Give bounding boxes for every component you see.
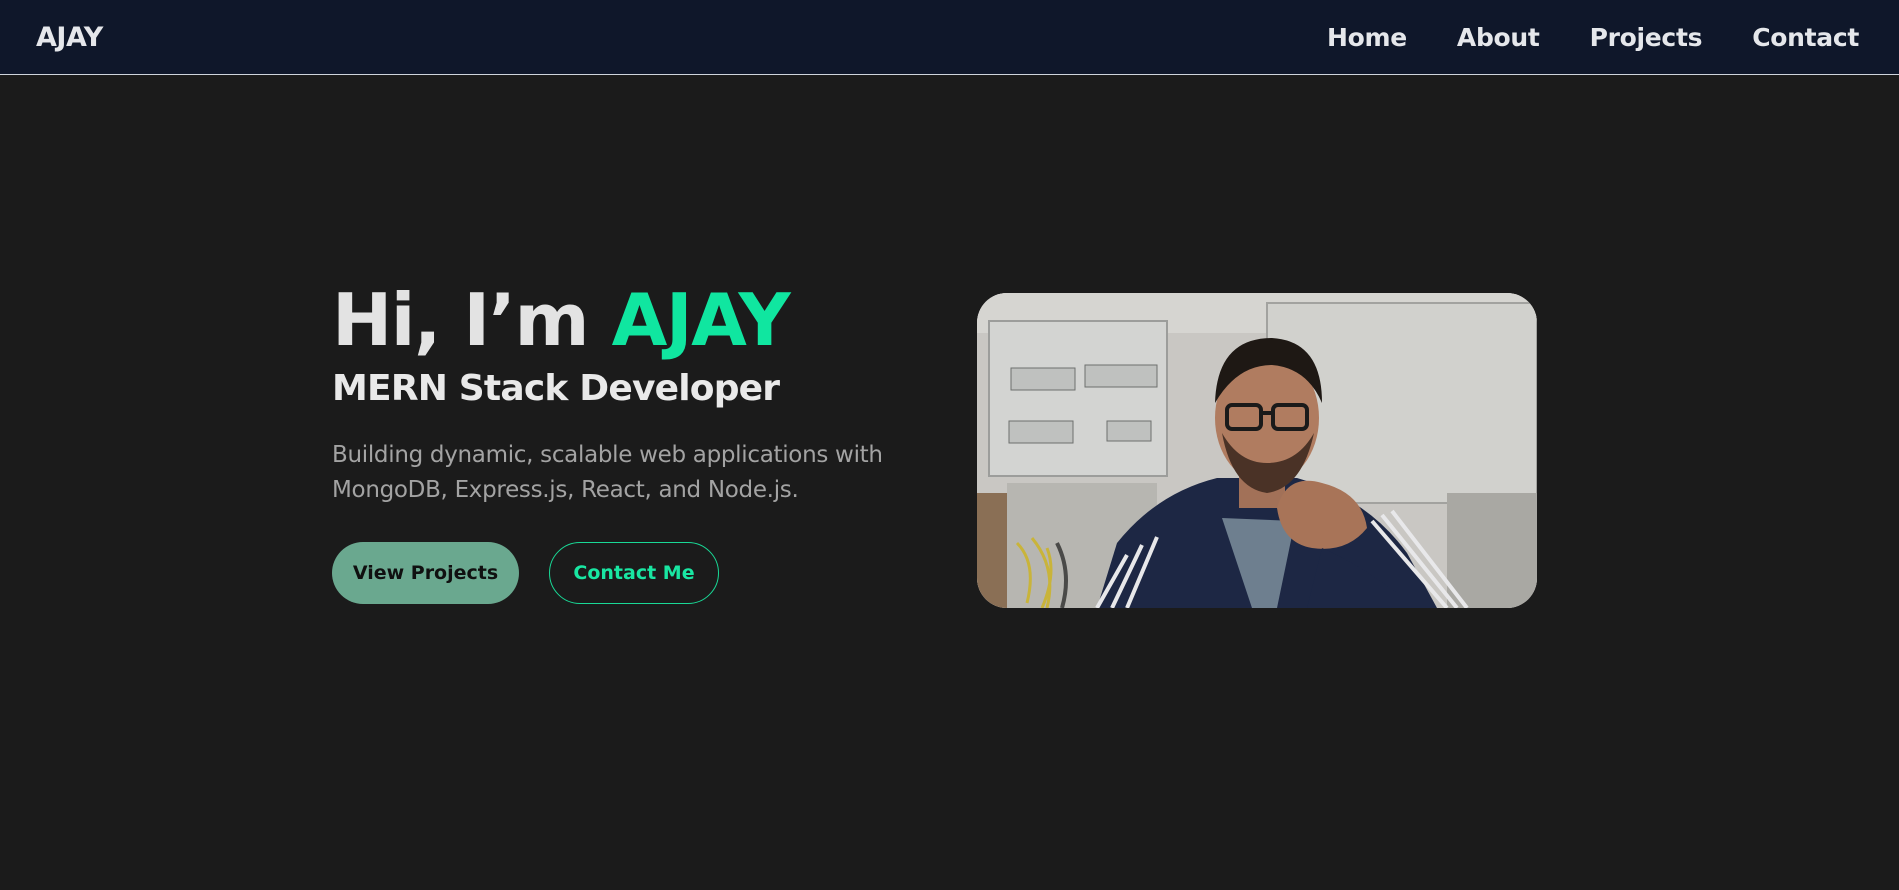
profile-photo (977, 293, 1537, 608)
profile-photo-illustration (977, 293, 1537, 608)
hero-title: Hi, I’m AJAY (332, 278, 892, 362)
contact-me-button[interactable]: Contact Me (549, 542, 719, 604)
hero-greeting: Hi, I’m (332, 278, 612, 362)
site-logo[interactable]: AJAY (36, 22, 103, 53)
hero-buttons: View Projects Contact Me (332, 542, 892, 604)
nav-link-home[interactable]: Home (1327, 23, 1407, 52)
nav-link-contact[interactable]: Contact (1752, 23, 1859, 52)
nav-links: Home About Projects Contact (1327, 23, 1859, 52)
hero-description: Building dynamic, scalable web applicati… (332, 442, 883, 503)
hero-role: MERN Stack Developer (332, 368, 780, 409)
navbar: AJAY Home About Projects Contact (0, 0, 1899, 75)
hero-name: AJAY (611, 278, 791, 362)
nav-link-projects[interactable]: Projects (1590, 23, 1703, 52)
nav-link-about[interactable]: About (1457, 23, 1540, 52)
hero-section: Hi, I’m AJAY MERN Stack Developer Buildi… (332, 278, 892, 604)
view-projects-button[interactable]: View Projects (332, 542, 519, 604)
